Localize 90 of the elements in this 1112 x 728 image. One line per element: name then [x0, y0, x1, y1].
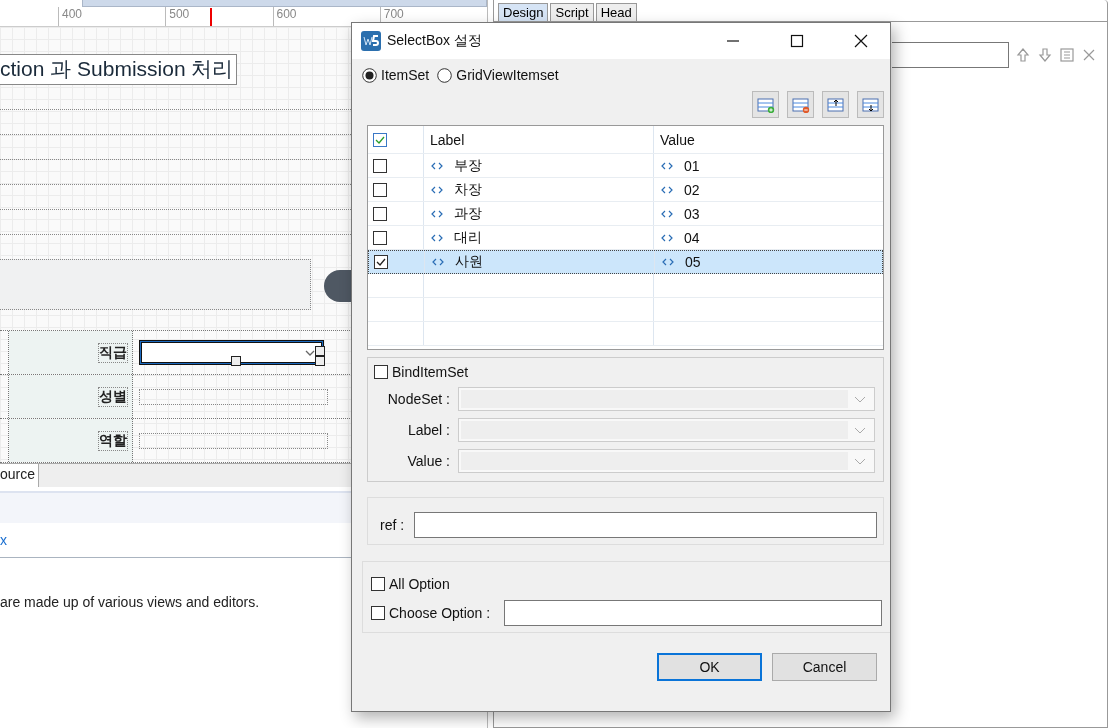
checkbox[interactable] [371, 606, 385, 620]
search-field[interactable] [892, 42, 1009, 68]
checkbox[interactable] [373, 158, 387, 173]
radio-button[interactable] [437, 67, 453, 83]
heading: ction 과 Submission 처리 [0, 54, 238, 85]
scrollbar[interactable] [82, 0, 487, 7]
editor-tab[interactable]: ource [0, 464, 40, 487]
checkbox[interactable] [373, 230, 387, 245]
resize-handle[interactable] [315, 346, 325, 357]
ok-button[interactable]: OK [657, 653, 762, 681]
checkbox[interactable] [371, 577, 385, 591]
cursor-marker [210, 8, 212, 26]
code-icon [431, 257, 445, 267]
link[interactable]: x [0, 532, 7, 548]
ruler-label: 600 [272, 7, 318, 26]
field-label: 역할 [98, 430, 128, 451]
add-row-button[interactable] [752, 91, 779, 118]
tab[interactable]: Script [550, 3, 594, 21]
code-icon [660, 232, 674, 243]
table-remove-icon [791, 96, 810, 113]
table-row[interactable]: 부장 01 [368, 154, 883, 178]
ruler-label: 400 [58, 7, 104, 26]
chevron-icon [305, 350, 315, 357]
table-cell: 과장 [454, 204, 482, 223]
remove-row-button[interactable] [787, 91, 814, 118]
table-cell: 차장 [454, 180, 482, 199]
description-text: are made up of various views and editors. [0, 594, 261, 610]
table-row[interactable]: 사원 05 [368, 250, 883, 274]
arrow-down-icon[interactable] [1037, 47, 1053, 63]
column-header[interactable]: Label [430, 131, 465, 148]
field-label: ref : [380, 517, 405, 533]
checkbox-label: Choose Option : [389, 605, 491, 621]
move-up-button[interactable] [822, 91, 849, 118]
field-label: Label : [406, 422, 450, 438]
table-row[interactable]: 과장 03 [368, 202, 883, 226]
arrow-down-icon [861, 96, 880, 113]
table-cell: 04 [684, 229, 700, 246]
table-cell: 03 [684, 205, 700, 222]
checkbox[interactable] [374, 255, 388, 269]
field-label: 직급 [98, 342, 128, 363]
table-cell: 02 [684, 181, 700, 198]
checkbox[interactable] [373, 182, 387, 197]
field-label: NodeSet : [386, 391, 450, 407]
radio-label: GridViewItemset [456, 67, 559, 83]
checkbox[interactable] [373, 206, 387, 221]
code-icon [660, 184, 674, 195]
code-icon [661, 257, 675, 267]
table-cell: 01 [684, 157, 700, 174]
move-down-button[interactable] [857, 91, 884, 118]
tab[interactable]: Head [595, 3, 637, 21]
table-cell: 부장 [454, 156, 482, 175]
chevron-icon [854, 457, 866, 465]
resize-handle[interactable] [315, 356, 325, 367]
maximize-icon[interactable] [789, 33, 805, 49]
code-icon [430, 208, 444, 219]
radio-button[interactable] [362, 67, 377, 83]
app-logo-icon [361, 31, 381, 51]
chevron-icon [854, 426, 866, 434]
input-field[interactable] [139, 388, 328, 405]
checkbox-label: All Option [389, 576, 450, 592]
code-icon [430, 160, 444, 171]
checkbox-label: BindItemSet [392, 364, 469, 380]
field-label: Value : [406, 453, 450, 469]
close-icon[interactable] [853, 33, 869, 49]
arrow-up-icon [826, 96, 845, 113]
window-title: SelectBox 설정 [387, 32, 483, 50]
arrow-up-icon[interactable] [1015, 47, 1031, 63]
ref-field[interactable] [414, 512, 877, 538]
code-icon [660, 208, 674, 219]
input-field[interactable] [139, 432, 328, 449]
table-row[interactable]: 차장 02 [368, 178, 883, 202]
cancel-button[interactable]: Cancel [772, 653, 877, 681]
code-icon [660, 160, 674, 171]
input-field[interactable] [504, 600, 882, 626]
column-header[interactable]: Value [660, 131, 695, 148]
table-cell: 사원 [455, 253, 483, 271]
code-icon [430, 232, 444, 243]
checkbox[interactable] [374, 365, 388, 379]
tab[interactable]: Design [498, 3, 549, 21]
select-box[interactable] [139, 340, 324, 366]
code-icon [430, 184, 444, 195]
checkbox[interactable] [373, 132, 387, 147]
table-cell: 대리 [454, 228, 482, 247]
field-label: 성별 [98, 386, 128, 407]
radio-label: ItemSet [381, 67, 430, 83]
chevron-icon [854, 395, 866, 403]
pill-button[interactable] [324, 269, 351, 302]
table-cell: 05 [685, 254, 701, 270]
resize-handle[interactable] [231, 356, 241, 367]
table-add-icon [756, 96, 775, 113]
